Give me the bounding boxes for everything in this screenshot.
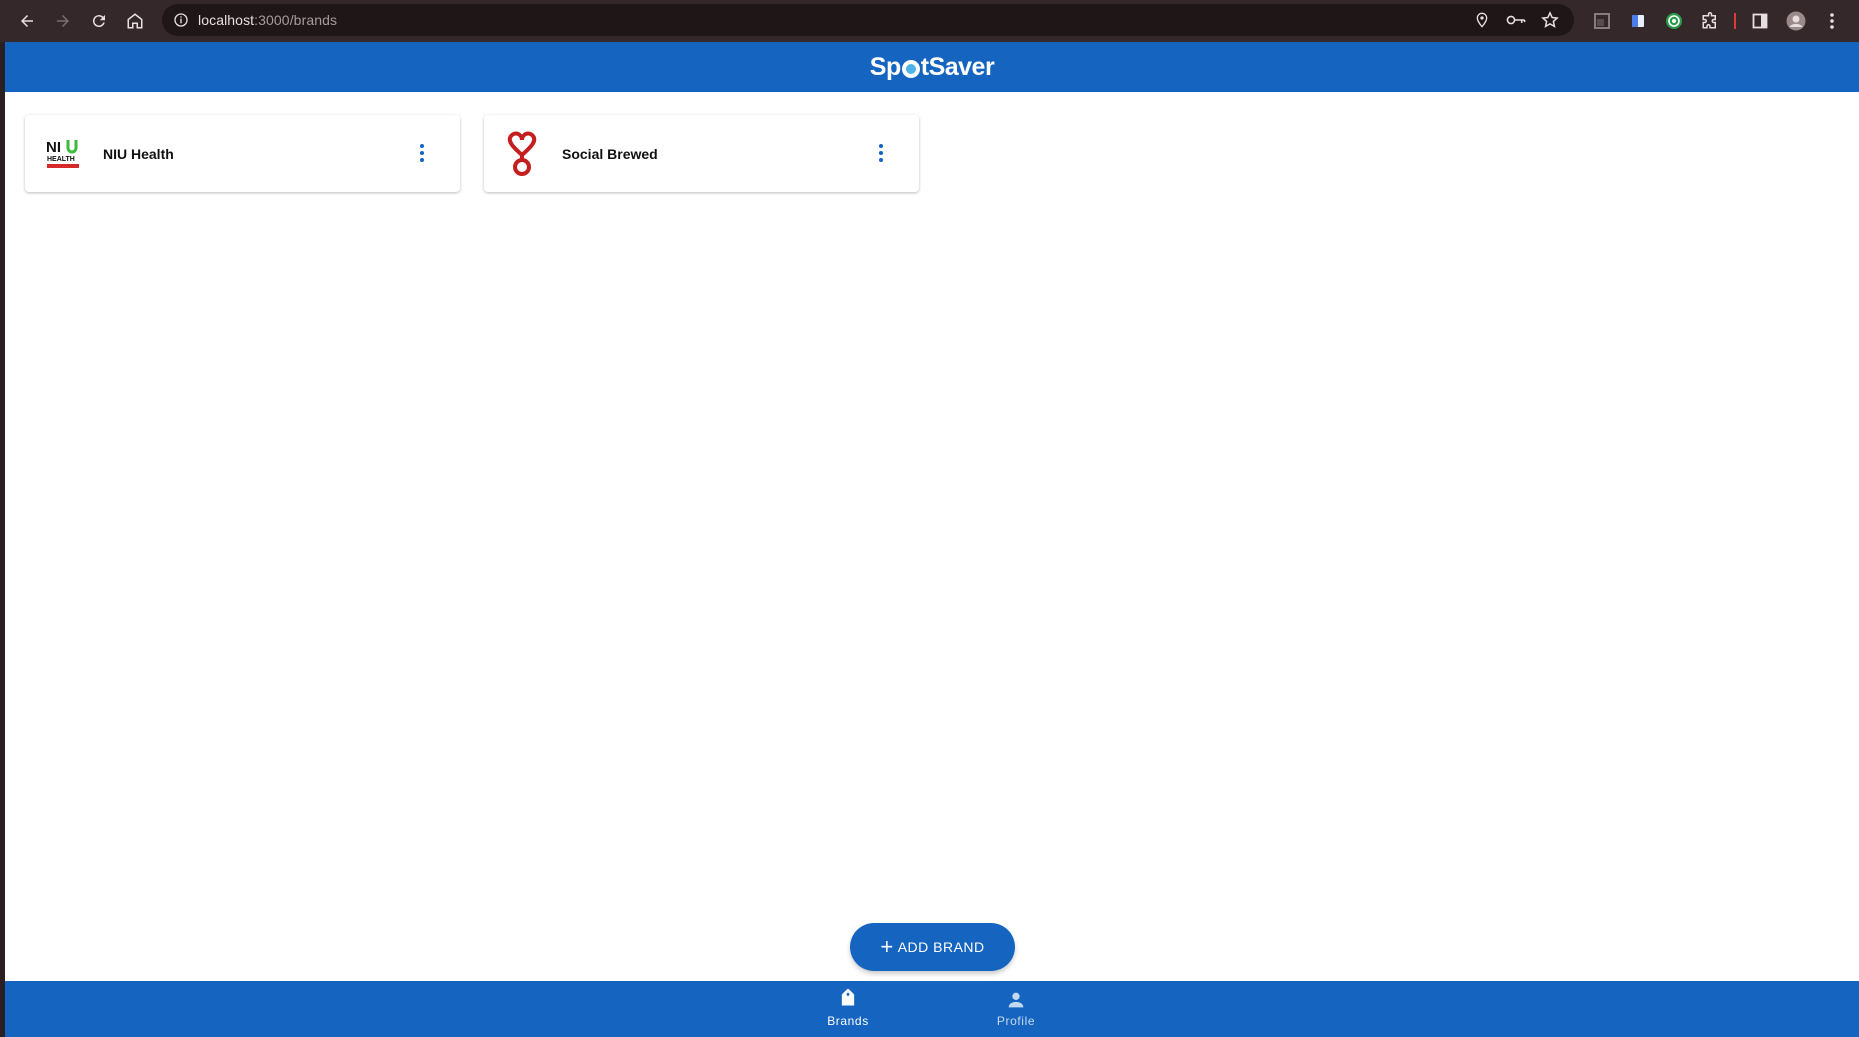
toolbar-divider (1734, 13, 1736, 29)
browser-menu-icon[interactable] (1820, 9, 1844, 33)
reload-icon (92, 15, 105, 28)
add-brand-label: ADD BRAND (897, 939, 985, 955)
reload-button[interactable] (84, 6, 114, 36)
location-pin-icon[interactable] (1472, 10, 1492, 30)
logo-target-icon (901, 60, 920, 78)
nav-label: Brands (827, 1014, 869, 1028)
nav-label: Profile (996, 1014, 1036, 1028)
brand-name: NIU Health (103, 145, 174, 162)
svg-text:NI: NI (46, 139, 61, 156)
forward-arrow-icon (57, 15, 69, 27)
url-path: :3000/brands (254, 12, 338, 28)
more-options-icon[interactable] (410, 141, 434, 165)
app-header: Sp tSaver (5, 42, 1859, 92)
puzzle-extensions-icon[interactable] (1698, 9, 1722, 33)
browser-toolbar: localhost:3000/brands (0, 0, 1859, 42)
extension-icon[interactable] (1626, 9, 1650, 33)
url-text[interactable]: localhost:3000/brands (198, 12, 337, 28)
social-brewed-logo-icon (502, 130, 542, 178)
home-button[interactable] (120, 6, 150, 36)
site-info-icon[interactable] (172, 11, 190, 29)
extension-icon[interactable] (1590, 9, 1614, 33)
add-brand-button[interactable]: + ADD BRAND (850, 923, 1015, 971)
brand-name: Social Brewed (562, 145, 658, 162)
person-icon (1008, 992, 1024, 1008)
niu-health-logo-icon: NI HEALTH (43, 130, 83, 178)
back-arrow-icon (21, 15, 33, 27)
url-host: localhost (198, 12, 255, 28)
plus-icon: + (880, 934, 894, 959)
profile-avatar-icon[interactable] (1784, 9, 1808, 33)
nav-item-profile[interactable]: Profile (976, 989, 1056, 1028)
spotsaver-logo[interactable]: Sp tSaver (869, 52, 995, 82)
tag-icon (841, 989, 855, 1006)
extension-icon[interactable] (1662, 9, 1686, 33)
brand-card[interactable]: NI HEALTH NIU Health (25, 115, 460, 192)
logo-text-left: Sp (869, 52, 901, 81)
nav-item-brands[interactable]: Brands (808, 989, 888, 1028)
extensions-bar (1590, 9, 1844, 33)
more-options-icon[interactable] (869, 141, 893, 165)
side-panel-icon[interactable] (1748, 9, 1772, 33)
bottom-navigation: Brands Profile (5, 981, 1859, 1037)
logo-text-right: tSaver (920, 52, 995, 81)
key-icon[interactable] (1506, 10, 1526, 30)
home-icon (127, 13, 143, 29)
back-button[interactable] (12, 6, 42, 36)
window-edge (0, 42, 5, 1037)
bookmark-star-icon[interactable] (1540, 10, 1560, 30)
brand-list: NI HEALTH NIU Health Social Brewed (25, 115, 919, 192)
forward-button[interactable] (48, 6, 78, 36)
brand-card[interactable]: Social Brewed (484, 115, 919, 192)
svg-text:HEALTH: HEALTH (47, 156, 75, 163)
address-bar[interactable]: localhost:3000/brands (162, 4, 1574, 36)
